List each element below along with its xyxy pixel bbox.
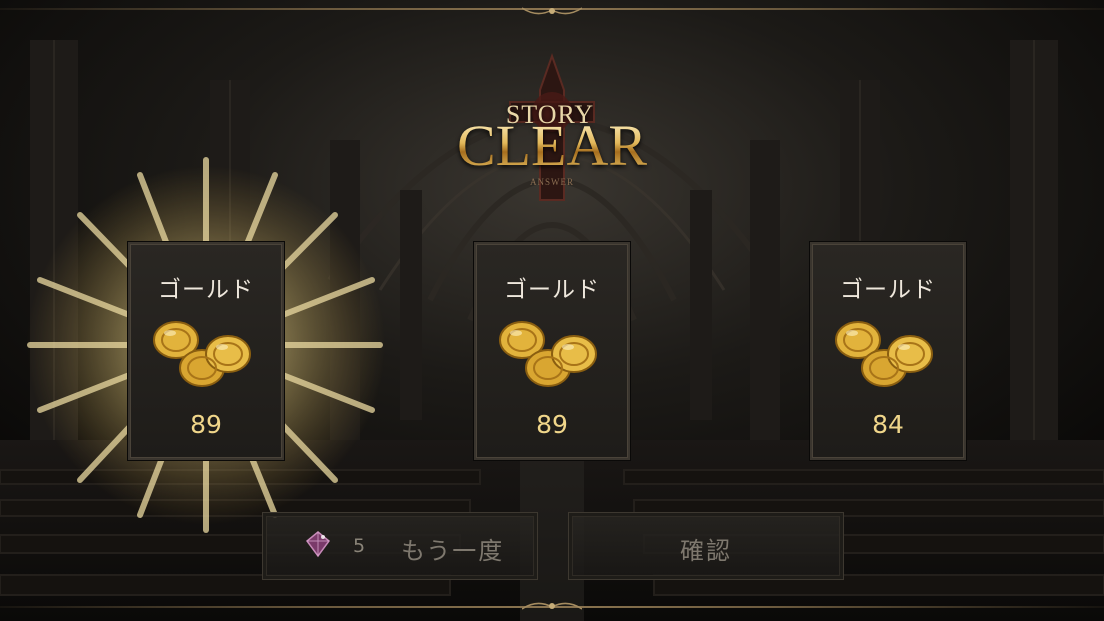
story-clear-logo: STORY CLEAR ANSWER xyxy=(440,50,664,210)
retry-button[interactable]: 5 もう一度 xyxy=(262,512,538,580)
gold-coins-icon xyxy=(153,321,251,387)
reward-card-1: ゴールド 89 xyxy=(128,242,284,460)
reward-card-3: ゴールド 84 xyxy=(810,242,966,460)
reward-value: 84 xyxy=(872,410,904,439)
gem-icon xyxy=(305,531,331,558)
reward-card-2: ゴールド 89 xyxy=(474,242,630,460)
confirm-label: 確認 xyxy=(680,537,732,565)
reward-value: 89 xyxy=(190,410,222,439)
top-ornament xyxy=(522,7,582,15)
gold-coins-icon xyxy=(835,321,933,387)
retry-cost: 5 xyxy=(353,535,366,557)
reward-label: ゴールド xyxy=(158,277,254,303)
reward-value: 89 xyxy=(536,410,568,439)
confirm-button[interactable]: 確認 xyxy=(568,512,844,580)
clear-title: CLEAR xyxy=(440,116,664,176)
title-subtext: ANSWER xyxy=(530,177,574,187)
reward-label: ゴールド xyxy=(504,277,600,303)
bottom-ornament xyxy=(522,602,582,610)
retry-label: もう一度 xyxy=(401,537,505,565)
reward-label: ゴールド xyxy=(840,277,936,303)
gold-coins-icon xyxy=(499,321,597,387)
